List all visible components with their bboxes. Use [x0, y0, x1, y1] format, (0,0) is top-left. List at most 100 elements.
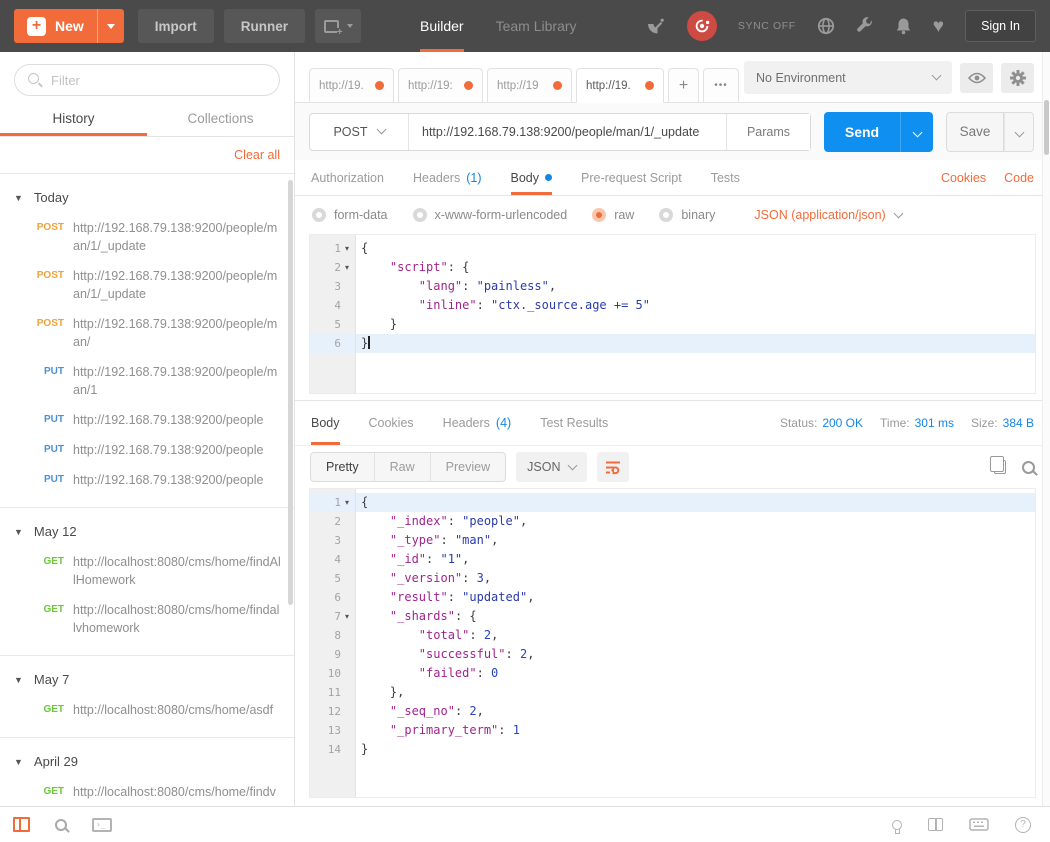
- fold-caret-icon[interactable]: ▾: [341, 263, 353, 272]
- new-request-tab-button[interactable]: +: [668, 68, 699, 103]
- sidebar-scrollbar[interactable]: [288, 180, 293, 605]
- filter-input[interactable]: [14, 64, 280, 96]
- wrench-icon[interactable]: [856, 17, 874, 35]
- history-group-header[interactable]: ▼May 12: [0, 520, 294, 547]
- code-line: "inline": "ctx._source.age += 5": [356, 296, 1035, 315]
- runner-button[interactable]: Runner: [224, 9, 305, 43]
- tips-button[interactable]: [892, 820, 902, 830]
- tab-team-library[interactable]: Team Library: [496, 0, 577, 52]
- code-link[interactable]: Code: [1004, 171, 1034, 185]
- request-tab[interactable]: http://19:: [398, 68, 483, 103]
- sidebar-toggle-icon: [13, 817, 30, 832]
- help-button[interactable]: ?: [1015, 817, 1031, 833]
- console-button[interactable]: ›_: [92, 818, 112, 832]
- history-item[interactable]: GEThttp://localhost:8080/cms/home/asdf: [0, 695, 294, 725]
- tab-authorization[interactable]: Authorization: [311, 160, 384, 195]
- history-item[interactable]: POSThttp://192.168.79.138:9200/people/ma…: [0, 261, 294, 309]
- request-tab-label: http://19: [497, 80, 546, 92]
- response-toolbar-right: [994, 460, 1035, 474]
- body-type-option-raw[interactable]: raw: [592, 208, 634, 222]
- response-tab-headers[interactable]: Headers (4): [443, 401, 512, 445]
- tab-body[interactable]: Body: [511, 160, 553, 195]
- content-scrollbar[interactable]: [1042, 52, 1050, 806]
- search-button[interactable]: [55, 819, 67, 831]
- toggle-sidebar-button[interactable]: [13, 817, 30, 832]
- tab-history[interactable]: History: [0, 104, 147, 136]
- sync-status-icon[interactable]: [687, 11, 717, 41]
- history-group-header[interactable]: ▼May 7: [0, 668, 294, 695]
- new-button-group: + New: [14, 9, 124, 43]
- scrollbar-thumb[interactable]: [1044, 100, 1049, 155]
- history-item[interactable]: GEThttp://localhost:8080/cms/home/findal…: [0, 595, 294, 643]
- wrap-lines-button[interactable]: [597, 452, 629, 482]
- chevron-down-icon: [568, 460, 578, 470]
- bell-icon[interactable]: [895, 17, 912, 35]
- history-item[interactable]: POSThttp://192.168.79.138:9200/people/ma…: [0, 213, 294, 261]
- history-item[interactable]: PUThttp://192.168.79.138:9200/people: [0, 405, 294, 435]
- search-icon: [55, 819, 67, 831]
- history-group: ▼TodayPOSThttp://192.168.79.138:9200/peo…: [0, 180, 294, 499]
- environment-select[interactable]: No Environment: [744, 61, 952, 94]
- environment-preview-button[interactable]: [960, 63, 993, 93]
- fold-caret-icon[interactable]: ▾: [341, 612, 353, 621]
- new-window-button[interactable]: [315, 9, 361, 43]
- history-item[interactable]: GEThttp://localhost:8080/cms/home/findAl…: [0, 547, 294, 595]
- view-mode-pretty[interactable]: Pretty: [311, 453, 374, 481]
- save-button[interactable]: Save: [946, 112, 1004, 152]
- code-token: [361, 628, 419, 642]
- url-input[interactable]: http://192.168.79.138:9200/people/man/1/…: [409, 114, 726, 150]
- line-number: 3: [334, 280, 341, 293]
- tab-headers[interactable]: Headers (1): [413, 160, 482, 195]
- method-select[interactable]: POST: [310, 114, 409, 150]
- response-tab-cookies[interactable]: Cookies: [369, 401, 414, 445]
- history-item[interactable]: POSThttp://192.168.79.138:9200/people/ma…: [0, 309, 294, 357]
- history-group-header[interactable]: ▼April 29: [0, 750, 294, 777]
- fold-caret-icon[interactable]: ▾: [341, 498, 353, 507]
- body-type-option-binary[interactable]: binary: [659, 208, 715, 222]
- code-token: "_shards": [390, 609, 455, 623]
- more-tabs-button[interactable]: •••: [703, 68, 739, 103]
- line-number: 2: [334, 515, 341, 528]
- tab-collections[interactable]: Collections: [147, 104, 294, 136]
- content-type-select[interactable]: JSON (application/json): [754, 208, 901, 222]
- send-button[interactable]: Send: [824, 112, 900, 152]
- params-button[interactable]: Params: [726, 114, 810, 150]
- body-type-option-xwwwformurlencoded[interactable]: x-www-form-urlencoded: [413, 208, 568, 222]
- globe-icon[interactable]: [817, 17, 835, 35]
- tab-builder[interactable]: Builder: [420, 0, 464, 52]
- history-item[interactable]: GEThttp://localhost:8080/cms/home/findvc…: [0, 777, 294, 806]
- body-type-option-formdata[interactable]: form-data: [312, 208, 388, 222]
- view-mode-raw[interactable]: Raw: [374, 453, 430, 481]
- two-pane-button[interactable]: [928, 818, 943, 831]
- clear-all-link[interactable]: Clear all: [234, 148, 280, 162]
- satellite-icon[interactable]: [646, 17, 666, 36]
- send-dropdown-button[interactable]: [900, 112, 933, 152]
- response-format-select[interactable]: JSON: [516, 452, 587, 482]
- history-group-header[interactable]: ▼Today: [0, 186, 294, 213]
- history-item[interactable]: PUThttp://192.168.79.138:9200/people/man…: [0, 357, 294, 405]
- shortcuts-button[interactable]: [969, 818, 989, 831]
- signin-button[interactable]: Sign In: [965, 10, 1036, 42]
- import-button[interactable]: Import: [138, 9, 214, 43]
- new-button[interactable]: + New: [14, 9, 97, 43]
- request-tab[interactable]: http://19.: [309, 68, 394, 103]
- fold-caret-icon[interactable]: ▾: [341, 244, 353, 253]
- heart-icon[interactable]: ♥: [933, 17, 944, 36]
- line-number: 1: [334, 242, 341, 255]
- response-tab-test-results[interactable]: Test Results: [540, 401, 608, 445]
- copy-icon[interactable]: [994, 460, 1006, 474]
- tab-prerequest-script[interactable]: Pre-request Script: [581, 160, 682, 195]
- environment-settings-button[interactable]: [1001, 63, 1034, 93]
- cookies-link[interactable]: Cookies: [941, 171, 986, 185]
- new-dropdown-button[interactable]: [97, 9, 124, 43]
- tab-tests[interactable]: Tests: [711, 160, 740, 195]
- history-item[interactable]: PUThttp://192.168.79.138:9200/people: [0, 465, 294, 495]
- history-item[interactable]: PUThttp://192.168.79.138:9200/people: [0, 435, 294, 465]
- view-mode-preview[interactable]: Preview: [430, 453, 505, 481]
- request-tab[interactable]: http://19.: [576, 68, 664, 103]
- request-tab[interactable]: http://19: [487, 68, 572, 103]
- request-body-code[interactable]: { "script": { "lang": "painless", "inlin…: [356, 235, 1035, 393]
- response-tab-body[interactable]: Body: [311, 401, 340, 445]
- save-dropdown-button[interactable]: [1004, 112, 1034, 152]
- search-response-icon[interactable]: [1022, 461, 1035, 474]
